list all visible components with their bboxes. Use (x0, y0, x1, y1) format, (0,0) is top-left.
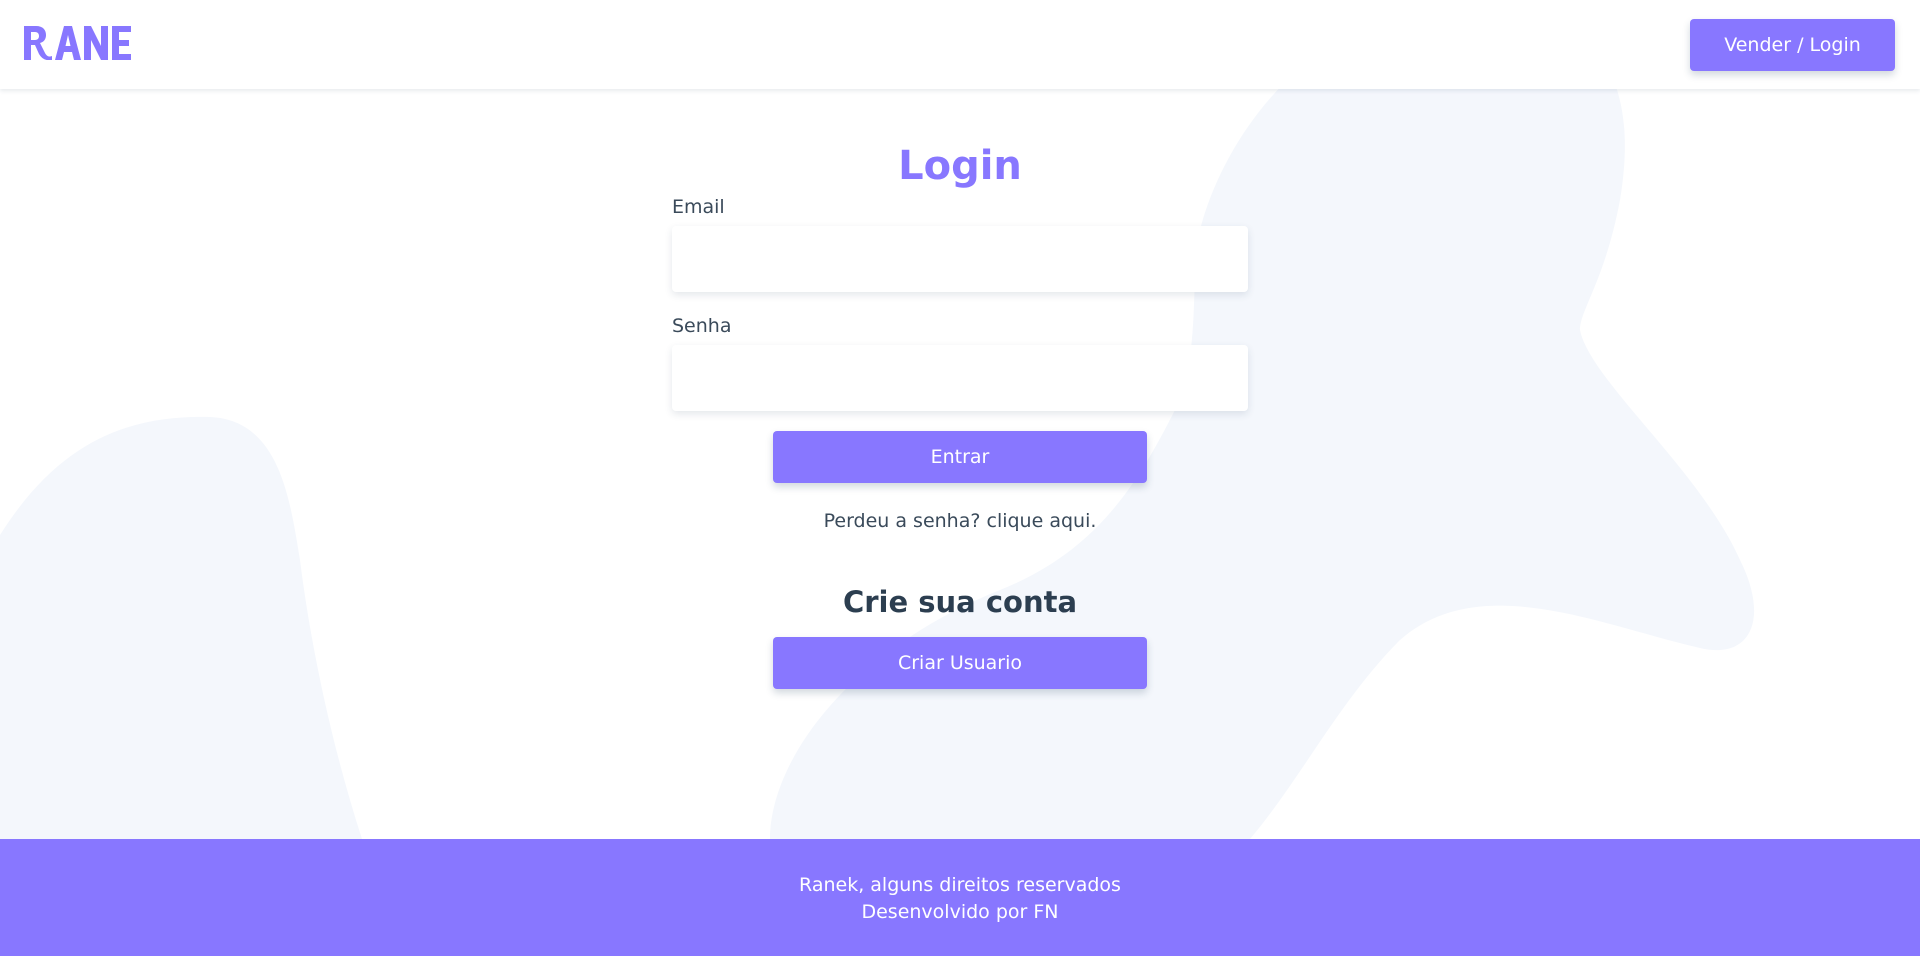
site-header: Vender / Login (0, 0, 1920, 89)
criar-usuario-button[interactable]: Criar Usuario (773, 637, 1147, 689)
footer-credit: Desenvolvido por FN (861, 901, 1059, 923)
password-field[interactable] (672, 345, 1248, 411)
email-label: Email (672, 196, 725, 218)
ranek-logo[interactable] (24, 26, 140, 61)
footer-text: Ranek, alguns direitos reservados Desenv… (0, 872, 1920, 926)
login-section: Login Email Senha Entrar Perdeu a senha?… (0, 89, 1920, 839)
vender-login-button[interactable]: Vender / Login (1690, 19, 1895, 71)
site-footer: Ranek, alguns direitos reservados Desenv… (0, 839, 1920, 956)
password-label: Senha (672, 315, 732, 337)
email-field[interactable] (672, 226, 1248, 292)
ranek-logo-icon (24, 26, 131, 61)
entrar-button[interactable]: Entrar (773, 431, 1147, 483)
page-title: Login (898, 143, 1022, 189)
lost-password-link[interactable]: Perdeu a senha? clique aqui. (0, 510, 1920, 532)
footer-copyright: Ranek, alguns direitos reservados (799, 874, 1121, 896)
signup-title: Crie sua conta (842, 585, 1078, 619)
